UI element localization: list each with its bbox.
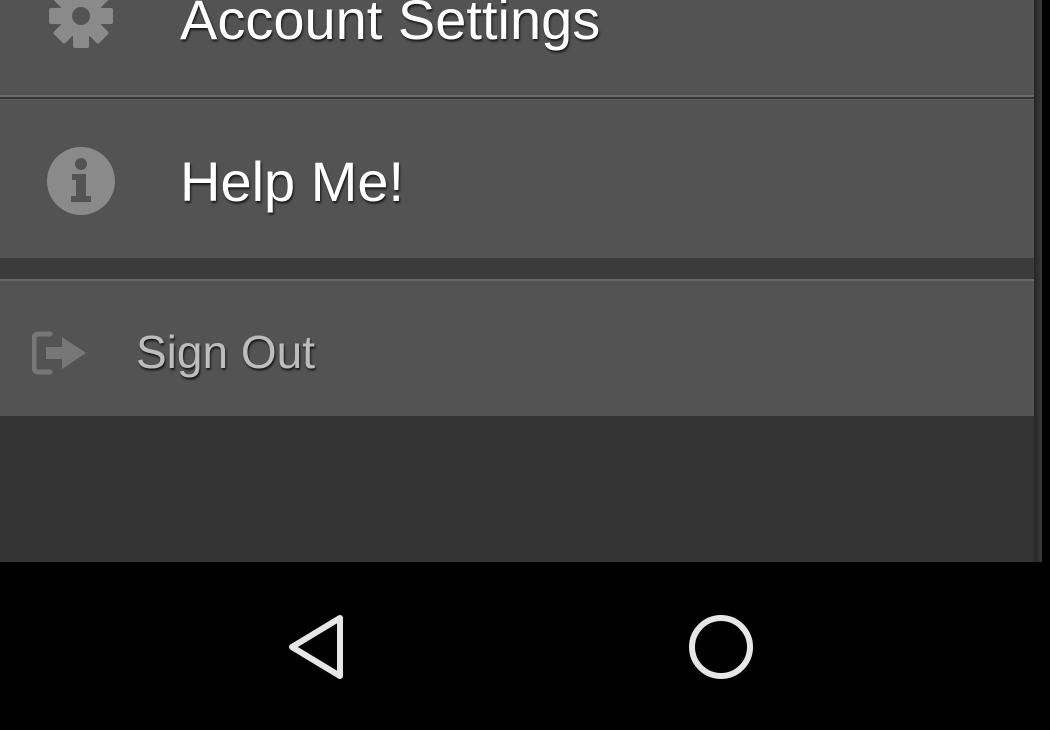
gear-icon bbox=[49, 0, 113, 48]
section-divider bbox=[0, 258, 1042, 279]
menu-item-sign-out[interactable]: Sign Out bbox=[0, 279, 1042, 416]
menu-item-help[interactable]: Help Me! bbox=[0, 99, 1042, 258]
account-settings-label: Account Settings bbox=[180, 0, 601, 51]
menu-item-account-settings[interactable]: Account Settings bbox=[0, 0, 1042, 97]
sign-out-label: Sign Out bbox=[136, 326, 315, 378]
sign-out-icon bbox=[32, 331, 86, 375]
home-circle-icon[interactable] bbox=[686, 612, 756, 682]
screen: Account Settings Help Me! Sign Out bbox=[0, 0, 1050, 730]
navigation-drawer: Account Settings Help Me! Sign Out bbox=[0, 0, 1042, 562]
back-triangle-icon[interactable] bbox=[284, 612, 350, 682]
help-me-label: Help Me! bbox=[180, 150, 405, 213]
info-icon bbox=[47, 147, 115, 215]
system-navigation-bar bbox=[0, 562, 1050, 730]
drawer-shadow-edge bbox=[1034, 0, 1042, 562]
